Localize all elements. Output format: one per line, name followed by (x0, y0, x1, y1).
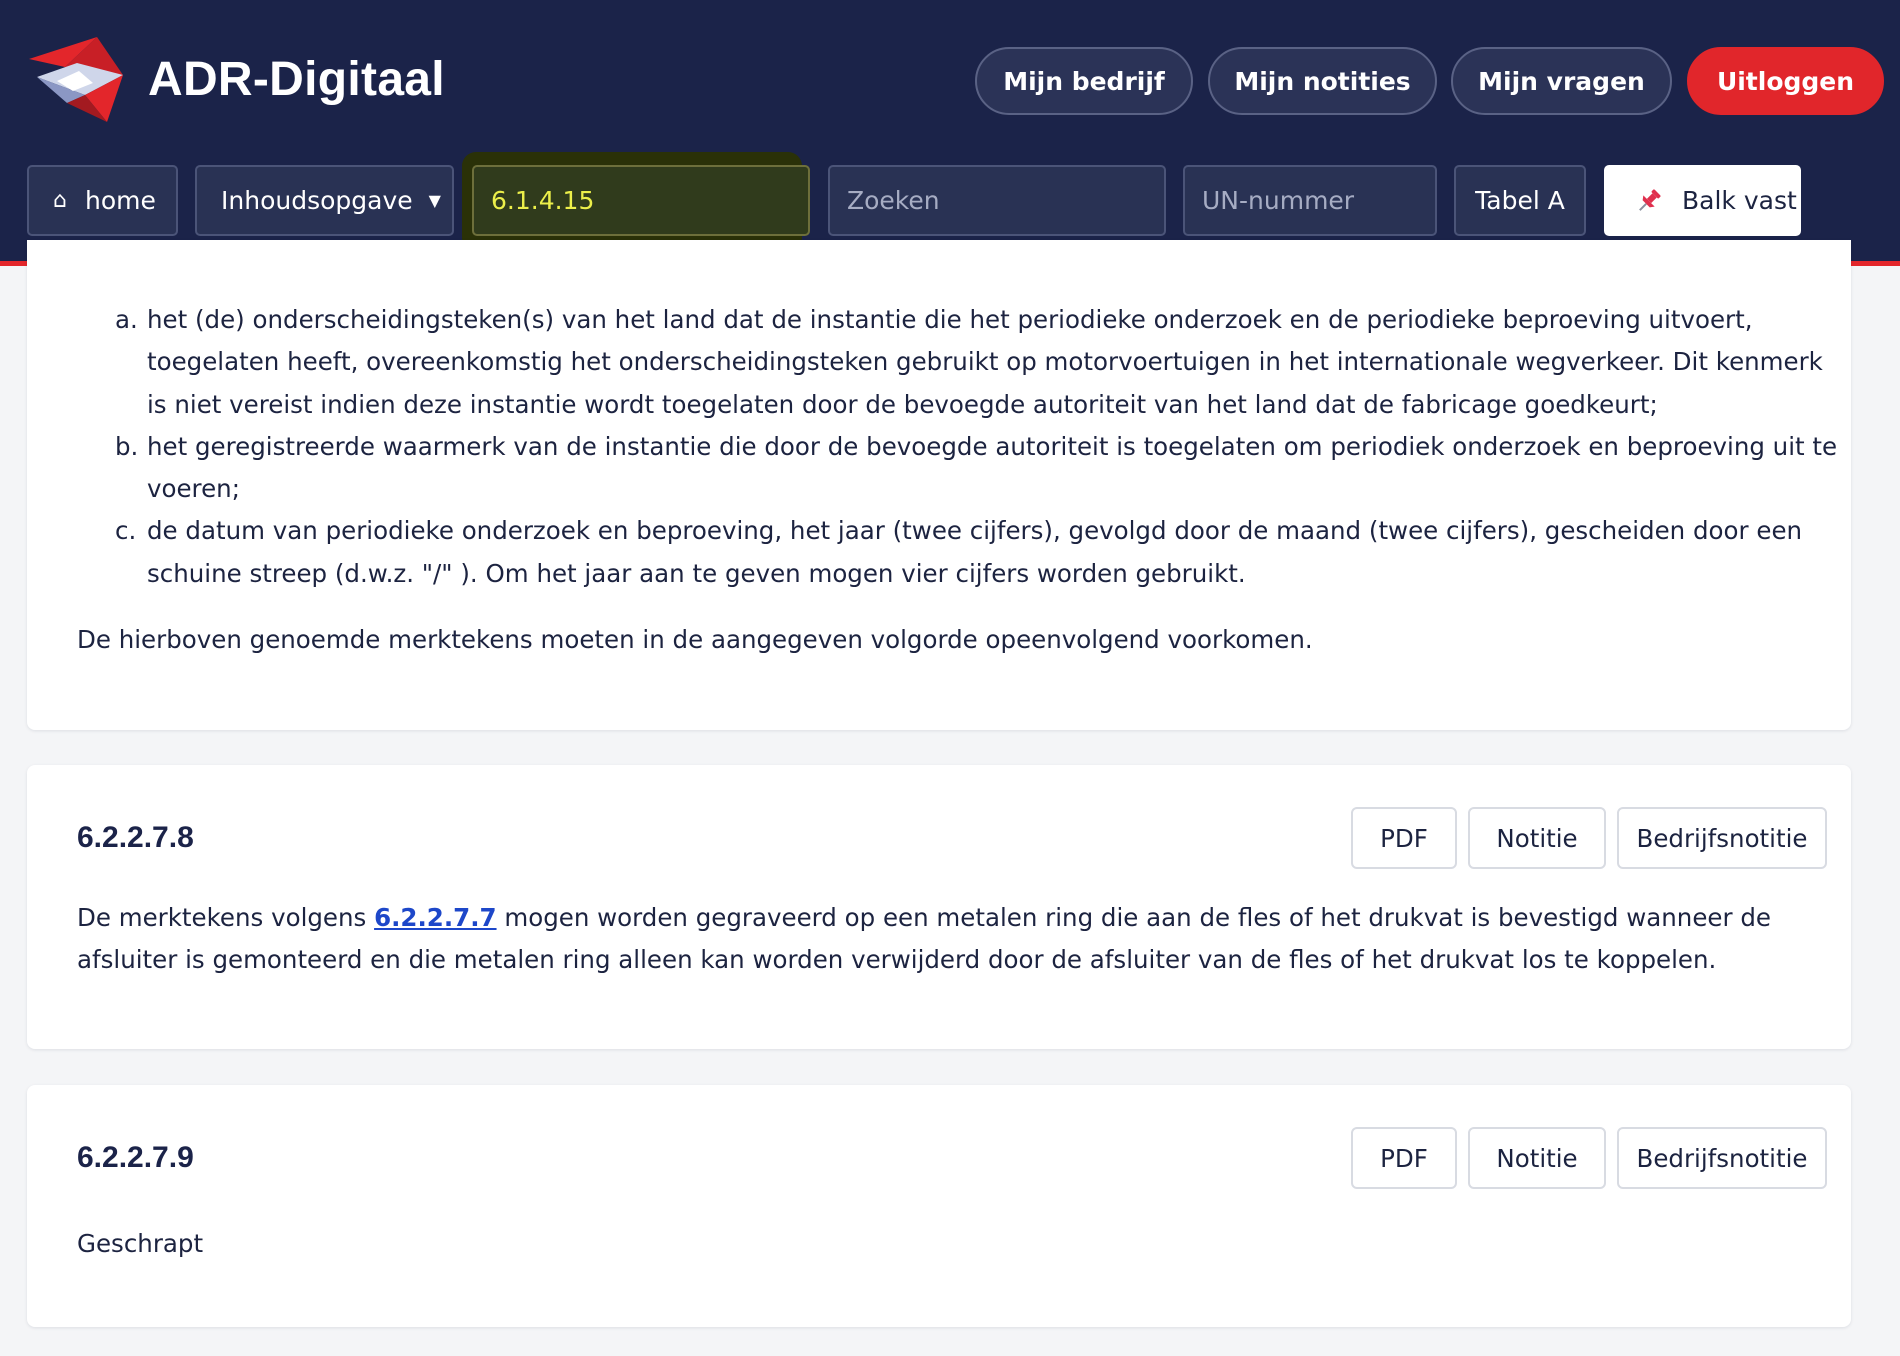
pdf-button[interactable]: PDF (1351, 1127, 1457, 1189)
pin-bar-button[interactable]: Balk vast (1604, 165, 1801, 236)
my-notes-button[interactable]: Mijn notities (1208, 47, 1437, 115)
note-button[interactable]: Notitie (1468, 1127, 1606, 1189)
company-note-button[interactable]: Bedrijfsnotitie (1617, 807, 1827, 869)
pdf-button[interactable]: PDF (1351, 807, 1457, 869)
search-input[interactable] (830, 167, 1164, 234)
section-paragraph: De hierboven genoemde merktekens moeten … (77, 625, 1313, 654)
un-number-field[interactable] (1183, 165, 1437, 236)
house-icon: ⌂ (53, 188, 67, 213)
list-item-text: het (de) onderscheidingsteken(s) van het… (147, 305, 1823, 419)
pushpin-icon (1639, 188, 1661, 211)
top-header: ADR-Digitaal Mijn bedrijf Mijn notities … (0, 0, 1900, 266)
logo-icon[interactable] (27, 37, 127, 122)
home-button[interactable]: ⌂ home (27, 165, 178, 236)
list-item: b. het geregistreerde waarmerk van de in… (115, 426, 1847, 511)
goto-input[interactable] (474, 167, 808, 234)
section-title: 6.2.2.7.9 (77, 1141, 194, 1174)
section-title: 6.2.2.7.8 (77, 821, 194, 854)
un-number-input[interactable] (1185, 167, 1435, 234)
brand-title[interactable]: ADR-Digitaal (148, 52, 445, 107)
section-card-6.2.2.7.9: 6.2.2.7.9 PDF Notitie Bedrijfsnotitie Ge… (27, 1085, 1851, 1327)
paragraph-text: De merktekens volgens (77, 903, 375, 932)
search-field[interactable] (828, 165, 1166, 236)
caret-down-icon: ▼ (428, 191, 441, 210)
goto-section-field[interactable] (472, 165, 810, 236)
my-questions-button[interactable]: Mijn vragen (1451, 47, 1672, 115)
toc-label: Inhoudsopgave (221, 186, 413, 215)
home-label: home (84, 186, 156, 215)
my-company-button[interactable]: Mijn bedrijf (975, 47, 1193, 115)
section-paragraph: De merktekens volgens 6.2.2.7.7 mogen wo… (77, 897, 1817, 981)
list-item: c. de datum van periodieke onderzoek en … (115, 510, 1847, 595)
list-marker: b. (115, 431, 139, 461)
company-note-button[interactable]: Bedrijfsnotitie (1617, 1127, 1827, 1189)
marking-list: a. het (de) onderscheidingsteken(s) van … (115, 299, 1847, 595)
toc-dropdown[interactable]: Inhoudsopgave ▼ (195, 165, 454, 236)
list-marker: c. (115, 516, 137, 546)
note-button[interactable]: Notitie (1468, 807, 1606, 869)
pin-bar-label: Balk vast (1682, 186, 1797, 215)
table-a-button[interactable]: Tabel A (1454, 165, 1586, 236)
list-item-text: de datum van periodieke onderzoek en bep… (147, 516, 1803, 588)
section-paragraph: Geschrapt (77, 1229, 204, 1258)
section-card-continued: a. het (de) onderscheidingsteken(s) van … (27, 240, 1851, 730)
list-marker: a. (115, 305, 138, 334)
list-item-text: het geregistreerde waarmerk van de insta… (147, 431, 1838, 504)
list-item: a. het (de) onderscheidingsteken(s) van … (115, 299, 1847, 426)
section-reference-link[interactable]: 6.2.2.7.7 (374, 903, 496, 932)
logout-button[interactable]: Uitloggen (1687, 47, 1884, 115)
section-card-6.2.2.7.8: 6.2.2.7.8 PDF Notitie Bedrijfsnotitie De… (27, 765, 1851, 1049)
